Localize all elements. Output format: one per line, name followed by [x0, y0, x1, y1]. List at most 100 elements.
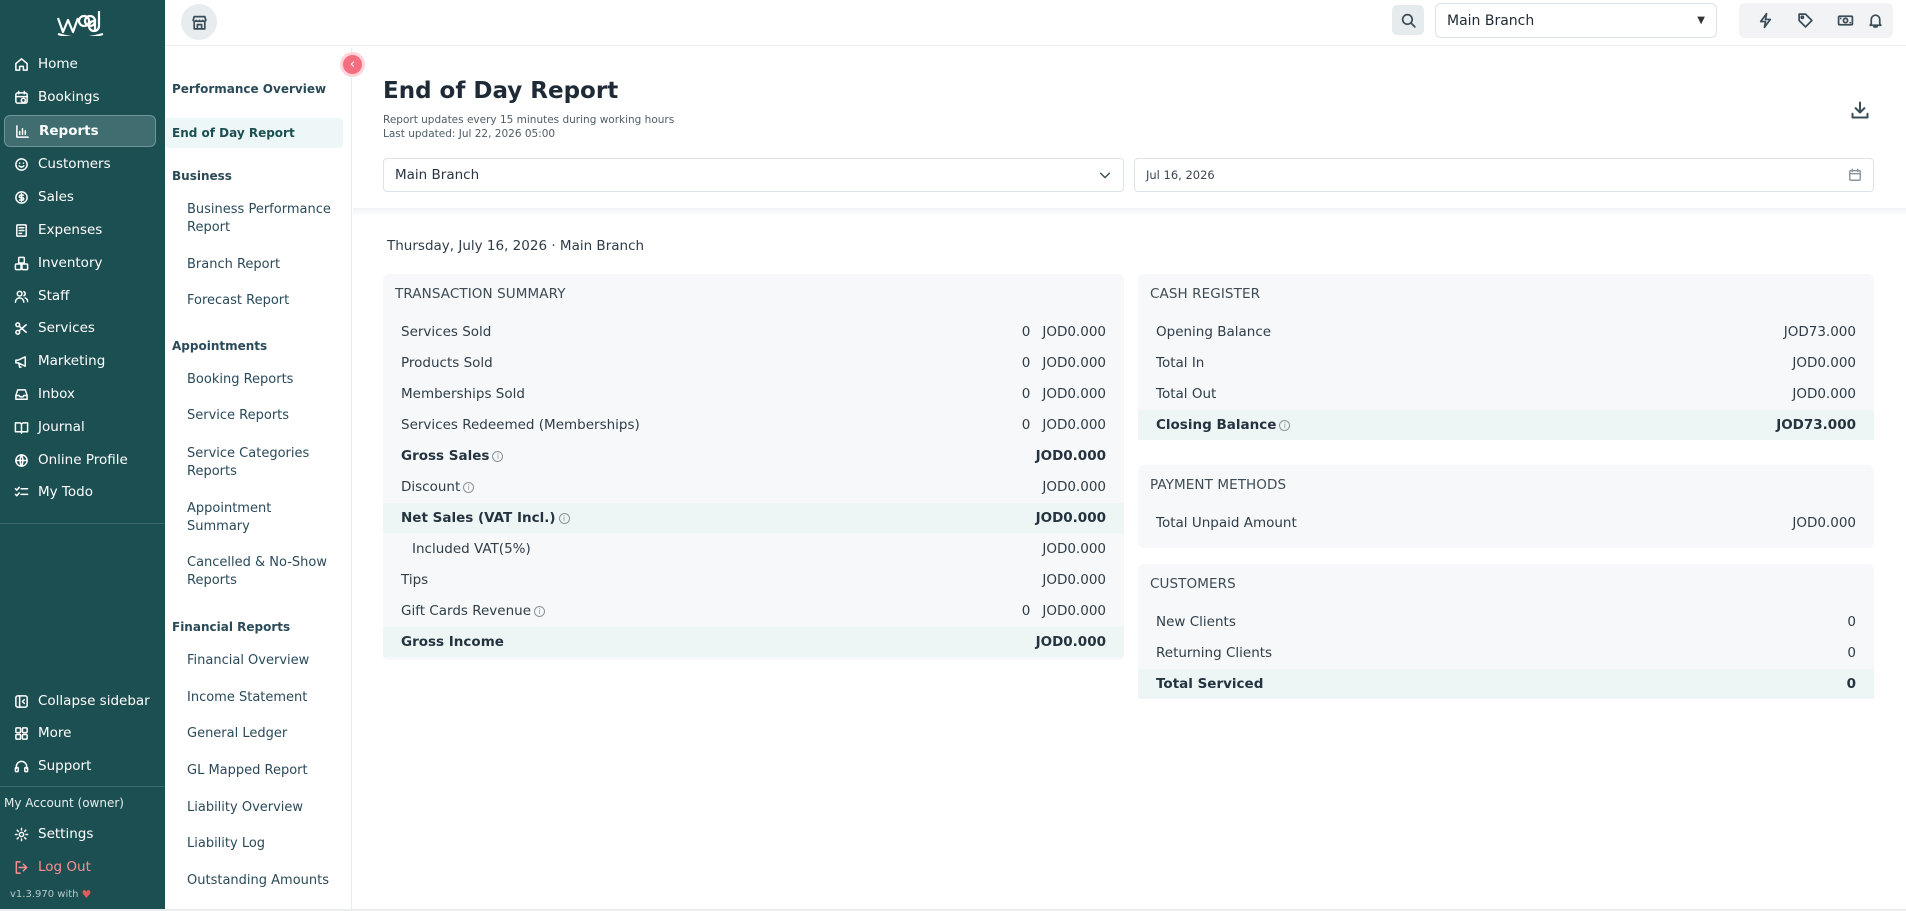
- subnav-item-forecast-report[interactable]: Forecast Report: [187, 292, 337, 310]
- subnav-item-booking-reports[interactable]: Booking Reports: [187, 371, 337, 389]
- payment-methods-title: PAYMENT METHODS: [1150, 477, 1287, 493]
- nav-item-inventory[interactable]: Inventory: [4, 247, 156, 279]
- subnav-item-branch-report[interactable]: Branch Report: [187, 256, 337, 274]
- tag-icon[interactable]: [1797, 12, 1814, 29]
- nav-item-services[interactable]: Services: [4, 312, 156, 344]
- nav-divider: [0, 523, 165, 524]
- payment-methods-card: PAYMENT METHODS Total Unpaid Amount JOD0…: [1138, 465, 1874, 548]
- branch-filter-select[interactable]: Main Branch: [383, 158, 1124, 192]
- nav-item-my-todo[interactable]: My Todo: [4, 476, 156, 508]
- subnav-item-liability-log[interactable]: Liability Log: [187, 835, 337, 853]
- nav-item-support[interactable]: Support: [4, 750, 156, 782]
- caret-down-icon: ▼: [1697, 15, 1705, 26]
- nav-item-reports[interactable]: Reports: [4, 115, 156, 147]
- nav-item-inbox[interactable]: Inbox: [4, 378, 156, 410]
- subnav-heading-appointments: Appointments: [172, 339, 268, 353]
- row-label: Total Out: [1156, 386, 1217, 402]
- globe-icon: [14, 453, 29, 468]
- cash-register-row: Total In JOD0.000: [1138, 348, 1874, 378]
- my-account-label[interactable]: My Account (owner): [4, 796, 124, 810]
- subnav-item-service-reports[interactable]: Service Reports: [187, 407, 337, 425]
- calendar-icon: [14, 90, 29, 105]
- logout-button[interactable]: Log Out: [4, 851, 156, 883]
- nav-item-marketing[interactable]: Marketing: [4, 345, 156, 377]
- subnav-item-liability-overview[interactable]: Liability Overview: [187, 799, 337, 817]
- nav-item-label: Marketing: [38, 353, 106, 369]
- megaphone-icon: [14, 354, 29, 369]
- row-amount: JOD0.000: [1792, 355, 1856, 371]
- branch-selector[interactable]: Main Branch ▼: [1435, 3, 1717, 38]
- customers-row: Returning Clients 0: [1138, 638, 1874, 668]
- heart-icon: ♥: [81, 888, 92, 901]
- info-icon[interactable]: i: [558, 512, 570, 524]
- nav-item-more[interactable]: More: [4, 717, 156, 749]
- reports-subnav: Performance Overview End of Day Report B…: [165, 48, 352, 909]
- row-amount: JOD0.000: [1792, 386, 1856, 402]
- row-amount: JOD0.000: [1042, 541, 1106, 557]
- row-amount: JOD0.000: [1792, 515, 1856, 531]
- row-label: New Clients: [1156, 614, 1236, 630]
- subnav-item-financial-overview[interactable]: Financial Overview: [187, 652, 337, 670]
- row-label-wrap: Net Sales (VAT Incl.) i: [401, 510, 570, 526]
- nav-item-expenses[interactable]: Expenses: [4, 214, 156, 246]
- subnav-item-gl-mapped-report[interactable]: GL Mapped Report: [187, 762, 337, 780]
- nav-item-online-profile[interactable]: Online Profile: [4, 444, 156, 476]
- row-amount: JOD73.000: [1783, 324, 1856, 340]
- subnav-item-income-statement[interactable]: Income Statement: [187, 689, 337, 707]
- nav-item-sales[interactable]: Sales: [4, 181, 156, 213]
- row-label-wrap: Discount i: [401, 479, 475, 495]
- branch-filter-value: Main Branch: [395, 167, 480, 183]
- row-label: Total In: [1156, 355, 1205, 371]
- cash-icon[interactable]: [1837, 12, 1854, 29]
- nav-item-staff[interactable]: Staff: [4, 280, 156, 312]
- date-filter-input[interactable]: Jul 16, 2026: [1134, 158, 1874, 192]
- row-count: 0: [1021, 355, 1031, 371]
- cash-register-card: CASH REGISTER Opening Balance JOD73.000 …: [1138, 274, 1874, 440]
- update-frequency-note: Report updates every 15 minutes during w…: [383, 114, 675, 126]
- search-button[interactable]: [1392, 5, 1424, 35]
- subnav-item-business-performance[interactable]: Business Performance Report: [187, 201, 337, 237]
- row-label: Gross Sales: [401, 448, 490, 464]
- main-sidebar: Home Bookings Reports Customers Sales Ex…: [0, 0, 165, 909]
- subnav-item-cancelled-no-show[interactable]: Cancelled & No-Show Reports: [187, 554, 337, 590]
- subnav-item-end-of-day-report[interactable]: End of Day Report: [172, 126, 295, 140]
- nav-item-settings[interactable]: Settings: [4, 818, 156, 850]
- info-icon[interactable]: i: [1279, 419, 1291, 431]
- subnav-item-service-categories[interactable]: Service Categories Reports: [187, 445, 337, 481]
- row-amount: JOD0.000: [1042, 603, 1106, 619]
- row-amount: JOD0.000: [1042, 324, 1106, 340]
- bar-chart-icon: [15, 124, 30, 139]
- collapse-sidebar-button[interactable]: Collapse sidebar: [4, 685, 156, 717]
- transaction-row: Memberships Sold 0 JOD0.000: [383, 379, 1124, 409]
- transaction-summary-title: TRANSACTION SUMMARY: [395, 286, 566, 302]
- nav-item-label: Services: [38, 320, 95, 336]
- cash-register-row: Opening Balance JOD73.000: [1138, 317, 1874, 347]
- customers-row: New Clients 0: [1138, 607, 1874, 637]
- store-button[interactable]: [181, 4, 217, 40]
- sidebar-collapse-icon: [14, 694, 29, 709]
- row-label-wrap: Gross Sales i: [401, 448, 504, 464]
- transaction-row-gross-income: Gross Income JOD0.000: [383, 627, 1124, 657]
- info-icon[interactable]: i: [534, 605, 546, 617]
- lightning-icon[interactable]: [1757, 12, 1774, 29]
- nav-item-home[interactable]: Home: [4, 48, 156, 80]
- waq-logo[interactable]: [55, 6, 105, 36]
- subnav-item-appointment-summary[interactable]: Appointment Summary: [187, 500, 337, 536]
- nav-item-label: Inventory: [38, 255, 103, 271]
- download-icon[interactable]: [1850, 100, 1870, 120]
- transaction-row: Services Redeemed (Memberships) 0 JOD0.0…: [383, 410, 1124, 440]
- subnav-performance-overview[interactable]: Performance Overview: [172, 82, 326, 96]
- transaction-row: Services Sold 0 JOD0.000: [383, 317, 1124, 347]
- collapse-subnav-button[interactable]: ‹: [340, 52, 365, 77]
- info-icon[interactable]: i: [492, 450, 504, 462]
- info-icon[interactable]: i: [463, 481, 475, 493]
- subnav-item-outstanding-amounts[interactable]: Outstanding Amounts: [187, 872, 337, 890]
- nav-item-journal[interactable]: Journal: [4, 411, 156, 443]
- subnav-item-general-ledger[interactable]: General Ledger: [187, 725, 337, 743]
- nav-item-bookings[interactable]: Bookings: [4, 81, 156, 113]
- page-title: End of Day Report: [383, 78, 619, 104]
- nav-item-customers[interactable]: Customers: [4, 148, 156, 180]
- row-label: Discount: [401, 479, 461, 495]
- row-label-wrap: Gift Cards Revenue i: [401, 603, 546, 619]
- notifications-button[interactable]: [1858, 3, 1893, 38]
